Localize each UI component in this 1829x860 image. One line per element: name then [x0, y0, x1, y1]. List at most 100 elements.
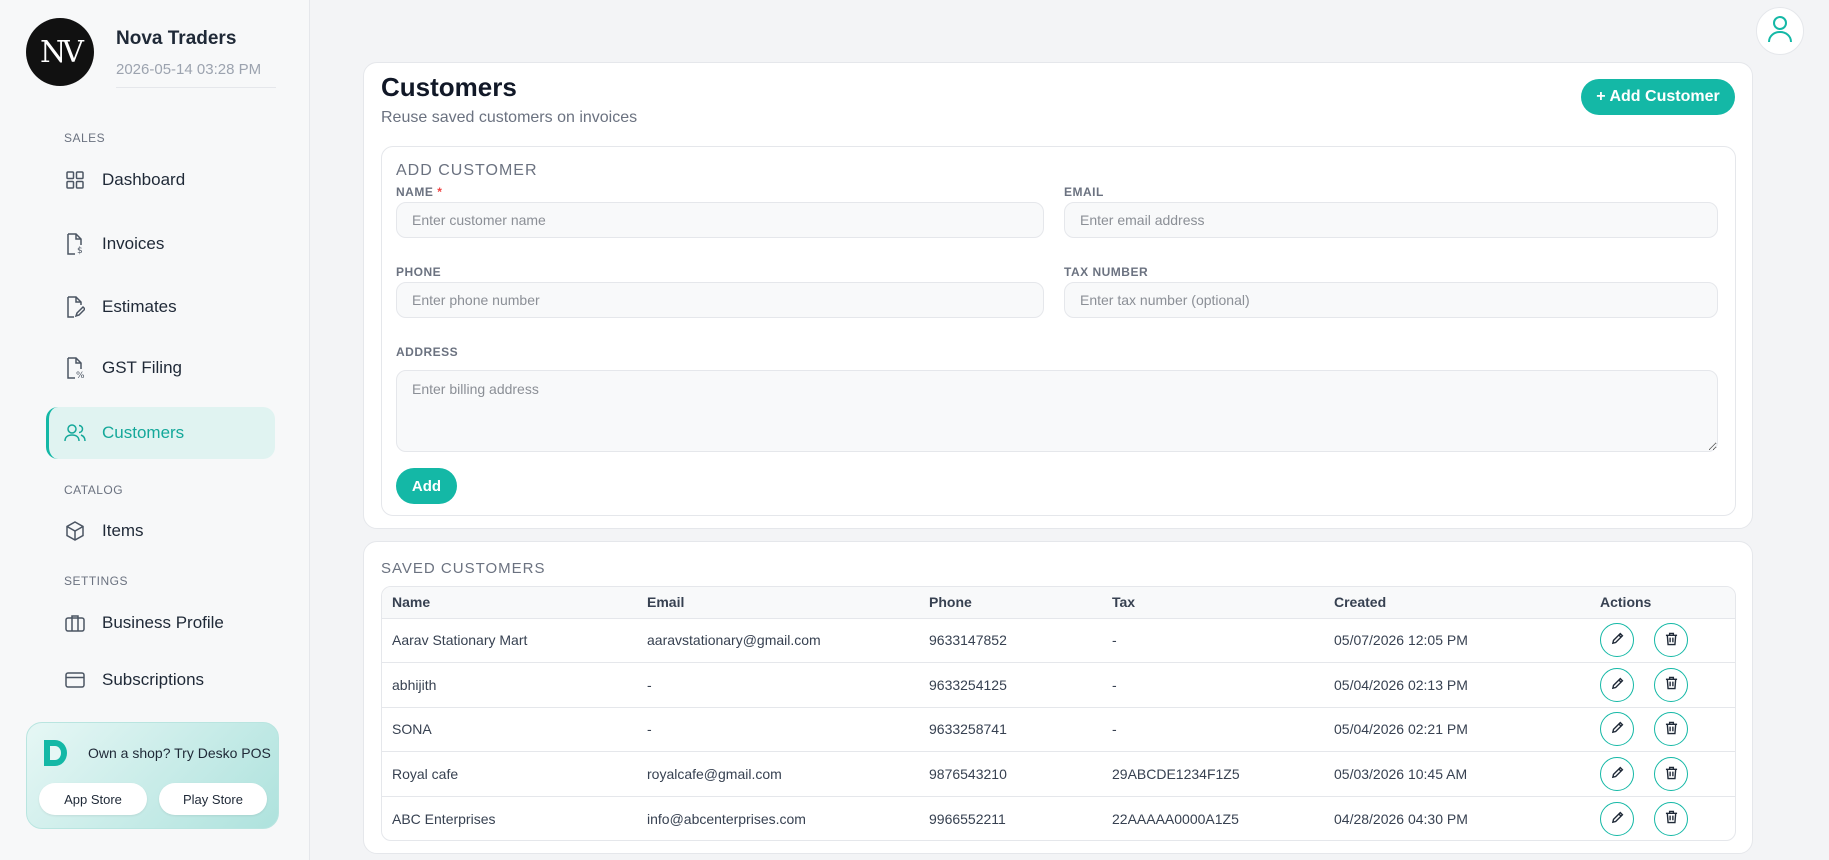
add-customer-button[interactable]: + Add Customer [1581, 79, 1735, 115]
sidebar-item-label: Dashboard [102, 170, 186, 189]
column-header-created: Created [1324, 587, 1590, 619]
sidebar-item-dashboard[interactable]: Dashboard [46, 154, 275, 206]
delete-button[interactable] [1654, 667, 1688, 702]
user-profile-button[interactable] [1756, 7, 1804, 55]
pencil-icon [1611, 677, 1624, 693]
sidebar-item-label: Invoices [102, 234, 165, 253]
delete-button[interactable] [1654, 801, 1688, 836]
name-label: NAME * [396, 185, 442, 199]
sidebar-item-subscriptions[interactable]: Subscriptions [46, 654, 275, 706]
current-datetime: 2026-05-14 03:28 PM [116, 61, 276, 88]
svg-text:%: % [76, 371, 85, 379]
sidebar-item-gst-filing[interactable]: % GST Filing [46, 342, 275, 394]
section-label-sales: SALES [64, 131, 106, 145]
cell-email: aaravstationary@gmail.com [647, 632, 821, 649]
delete-button[interactable] [1654, 623, 1688, 658]
cell-name: Royal cafe [382, 751, 637, 797]
sidebar-item-estimates[interactable]: Estimates [46, 281, 275, 333]
sidebar-item-items[interactable]: Items [46, 505, 275, 557]
column-header-actions: Actions [1590, 587, 1735, 619]
table-row: SONA - 9633258741 - 05/04/2026 02:21 PM [382, 706, 1735, 752]
customers-table-wrapper: Name Email Phone Tax Created Actions Aar… [381, 586, 1736, 841]
cell-actions [1590, 618, 1735, 663]
email-label: EMAIL [1064, 185, 1104, 199]
cell-phone: 9633147852 [929, 632, 1007, 649]
cell-created: 05/07/2026 12:05 PM [1334, 632, 1468, 649]
customer-name-input[interactable] [396, 202, 1044, 238]
cell-phone: 9633254125 [919, 662, 1102, 708]
page-title: Customers [381, 72, 517, 102]
cell-phone: 9876543210 [919, 751, 1102, 797]
cell-tax: 22AAAAA0000A1Z5 [1102, 795, 1324, 840]
sidebar-item-label: Estimates [102, 297, 177, 316]
promo-card: Own a shop? Try Desko POS App Store Play… [26, 722, 279, 829]
estimate-icon [64, 296, 86, 318]
column-header-tax: Tax [1102, 587, 1324, 619]
edit-button[interactable] [1600, 712, 1634, 747]
play-store-button[interactable]: Play Store [159, 783, 267, 815]
trash-icon [1665, 632, 1678, 649]
edit-button[interactable] [1600, 801, 1634, 836]
page-subtitle: Reuse saved customers on invoices [381, 109, 638, 126]
cell-created: 05/03/2026 10:45 AM [1324, 751, 1590, 797]
sidebar-item-label: Subscriptions [102, 670, 205, 689]
add-submit-button[interactable]: Add [396, 468, 457, 504]
table-row: Royal cafe royalcafe@gmail.com 987654321… [382, 751, 1735, 797]
cell-name: Aarav Stationary Mart [392, 632, 528, 649]
cell-actions [1590, 662, 1735, 708]
cell-email: - [637, 662, 919, 708]
required-marker: * [437, 185, 443, 199]
sidebar-item-label: GST Filing [102, 358, 182, 377]
cell-email: royalcafe@gmail.com [637, 751, 919, 797]
brand-logo[interactable]: NV [26, 18, 94, 86]
trash-icon [1665, 766, 1678, 783]
sidebar-item-invoices[interactable]: $ Invoices [46, 218, 275, 270]
add-customer-form: ADD CUSTOMER NAME * EMAIL PHONE TAX NUMB… [381, 146, 1736, 516]
svg-text:$: $ [77, 246, 83, 255]
tax-number-input[interactable] [1064, 282, 1718, 318]
edit-button[interactable] [1600, 667, 1634, 702]
customers-table: Name Email Phone Tax Created Actions Aar… [382, 587, 1735, 840]
promo-text: Own a shop? Try Desko POS [88, 745, 271, 761]
card-icon [64, 669, 86, 691]
edit-button[interactable] [1600, 623, 1634, 658]
phone-input[interactable] [396, 282, 1044, 318]
cell-tax: 29ABCDE1234F1Z5 [1102, 751, 1324, 797]
sidebar-item-label: Customers [102, 423, 185, 442]
sidebar-item-customers[interactable]: Customers [46, 407, 275, 459]
section-label-catalog: CATALOG [64, 483, 124, 497]
pencil-icon [1611, 766, 1624, 782]
delete-button[interactable] [1654, 757, 1688, 792]
edit-button[interactable] [1600, 757, 1634, 792]
cell-phone: 9633258741 [919, 706, 1102, 752]
phone-label: PHONE [396, 265, 442, 279]
cell-name: ABC Enterprises [382, 795, 637, 840]
cell-actions [1590, 795, 1735, 840]
trash-icon [1665, 810, 1678, 827]
section-label-settings: SETTINGS [64, 574, 129, 588]
logo-text: NV [40, 34, 84, 70]
cell-tax: - [1102, 706, 1324, 752]
cell-email: info@abcenterprises.com [637, 795, 919, 840]
column-header-name: Name [382, 587, 637, 619]
cell-tax: - [1112, 632, 1117, 649]
tax-number-label: TAX NUMBER [1064, 265, 1149, 279]
pencil-icon [1611, 721, 1624, 737]
sidebar-item-business-profile[interactable]: Business Profile [46, 597, 275, 649]
cell-created: 05/04/2026 02:13 PM [1324, 662, 1590, 708]
delete-button[interactable] [1654, 712, 1688, 747]
table-row: Aarav Stationary Mart aaravstationary@gm… [382, 618, 1735, 663]
pencil-icon [1611, 811, 1624, 827]
table-row: ABC Enterprises info@abcenterprises.com … [382, 795, 1735, 840]
form-title: ADD CUSTOMER [396, 162, 538, 179]
cell-actions [1590, 706, 1735, 752]
trash-icon [1665, 721, 1678, 738]
address-textarea[interactable] [396, 370, 1718, 452]
app-store-button[interactable]: App Store [39, 783, 147, 815]
grid-icon [64, 169, 86, 191]
business-name: Nova Traders [116, 28, 237, 49]
name-label-text: NAME [396, 185, 434, 199]
customers-card: Customers Reuse saved customers on invoi… [363, 62, 1753, 529]
saved-customers-card: SAVED CUSTOMERS Name Email Phone Tax Cre… [363, 541, 1753, 854]
email-input[interactable] [1064, 202, 1718, 238]
